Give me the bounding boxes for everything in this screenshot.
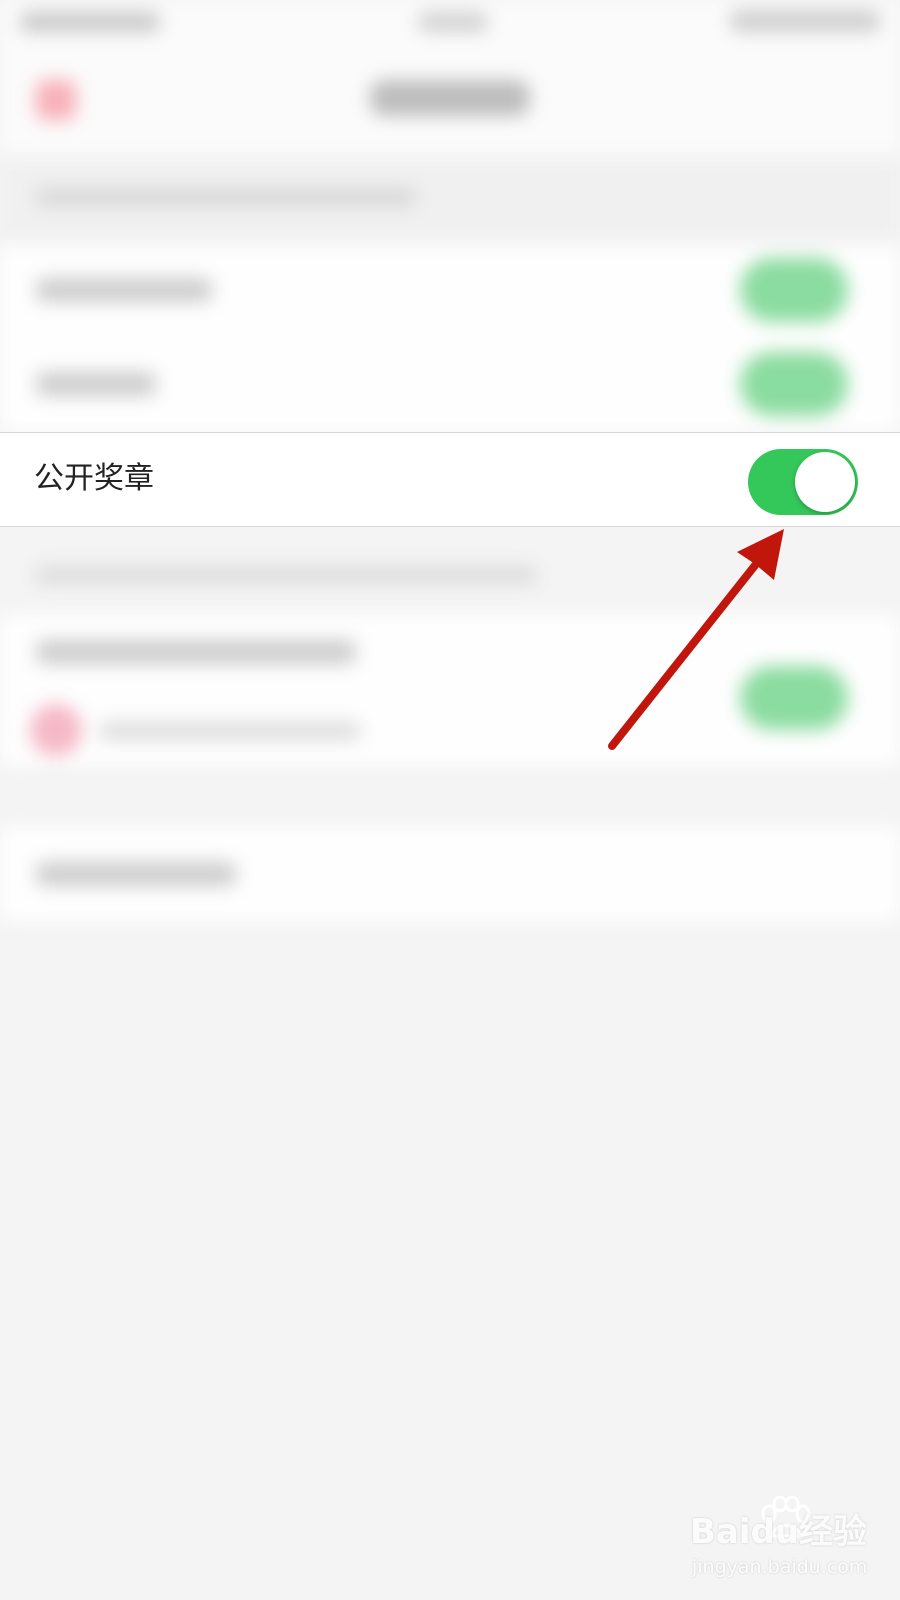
back-button[interactable] [36, 80, 76, 120]
blurred-background [0, 0, 900, 1600]
setting-label: 公开奖章 [34, 461, 154, 496]
public-medals-toggle[interactable] [748, 449, 858, 515]
setting-row-3-toggle[interactable] [740, 666, 848, 730]
setting-row-3-label-blur [36, 640, 356, 664]
toggle-knob [795, 452, 855, 512]
setting-row-2-toggle[interactable] [740, 352, 848, 416]
status-time-blur [20, 12, 160, 32]
avatar [30, 704, 82, 756]
status-carrier-blur [418, 12, 488, 32]
setting-row-4-label-blur [36, 862, 236, 886]
status-battery-blur [730, 10, 880, 32]
page-title-blur [370, 80, 530, 116]
setting-row-1-toggle[interactable] [740, 258, 848, 322]
setting-row-3-sub-blur [100, 722, 360, 740]
setting-row-public-medals: 公开奖章 [0, 432, 900, 527]
status-bar [0, 0, 900, 44]
setting-row-1-label-blur [36, 278, 212, 302]
watermark-brand: Baidu经验 [690, 1512, 868, 1552]
section-note-blur [36, 566, 536, 584]
watermark-url: jingyan.baidu.com [692, 1556, 868, 1578]
watermark: Baidu经验 jingyan.baidu.com [680, 1496, 890, 1586]
section-header-text-blur [36, 188, 416, 206]
setting-row-2-label-blur [36, 372, 156, 396]
